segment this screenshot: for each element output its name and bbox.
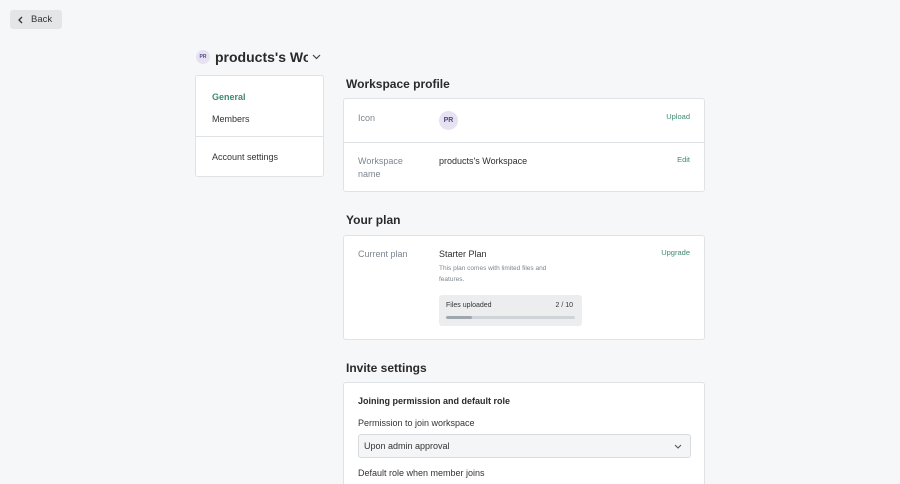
invite-settings-heading: Invite settings — [346, 361, 427, 375]
workspace-profile-card: Icon PR Upload Workspace name products's… — [343, 98, 705, 192]
files-usage-box: Files uploaded 2 / 10 — [439, 295, 582, 326]
joining-permission-heading: Joining permission and default role — [358, 396, 511, 406]
permission-select[interactable]: Upon admin approval — [358, 434, 691, 458]
your-plan-heading: Your plan — [346, 213, 401, 227]
plan-name: Starter Plan — [439, 249, 487, 259]
files-uploaded-count: 2 / 10 — [555, 302, 573, 309]
workspace-switcher[interactable]: PR products's Workspace — [196, 49, 321, 65]
upgrade-button[interactable]: Upgrade — [661, 248, 690, 257]
permission-label: Permission to join workspace — [358, 418, 475, 428]
workspace-icon-avatar: PR — [439, 111, 458, 130]
chevron-down-icon — [674, 444, 682, 449]
back-button[interactable]: Back — [10, 10, 62, 29]
plan-description: This plan comes with limited files and f… — [439, 265, 547, 283]
nav-item-members[interactable]: Members — [212, 114, 250, 124]
permission-select-value: Upon admin approval — [364, 441, 450, 451]
workspace-name-label: Workspace name — [358, 156, 403, 179]
default-role-label: Default role when member joins — [358, 468, 485, 478]
workspace-profile-heading: Workspace profile — [346, 77, 450, 91]
invite-settings-card: Joining permission and default role Perm… — [343, 382, 705, 484]
files-uploaded-label: Files uploaded — [446, 302, 492, 309]
back-label: Back — [31, 14, 53, 25]
nav-item-account-settings[interactable]: Account settings — [212, 152, 278, 162]
upload-button[interactable]: Upload — [666, 112, 690, 121]
nav-item-general[interactable]: General — [212, 92, 246, 102]
workspace-title: products's Workspace — [215, 49, 308, 65]
edit-button[interactable]: Edit — [677, 155, 690, 164]
chevron-down-icon — [312, 54, 321, 60]
workspace-name-value: products's Workspace — [439, 156, 528, 166]
plan-card: Current plan Starter Plan This plan come… — [343, 235, 705, 340]
settings-nav: General Members Account settings — [195, 75, 324, 177]
chevron-left-icon — [18, 16, 23, 23]
card-divider — [344, 142, 704, 143]
workspace-avatar: PR — [196, 50, 210, 64]
nav-divider — [196, 136, 323, 137]
files-progress-fill — [446, 316, 472, 319]
current-plan-label: Current plan — [358, 249, 408, 259]
files-progress-bar — [446, 316, 575, 319]
icon-label: Icon — [358, 113, 376, 123]
